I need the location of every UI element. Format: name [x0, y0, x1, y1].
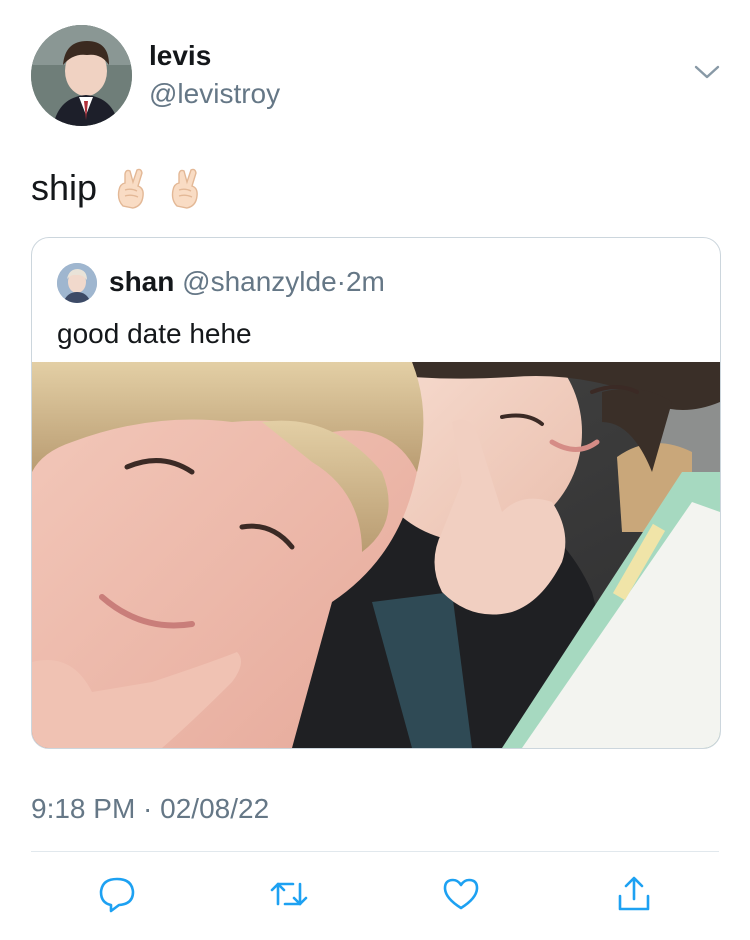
- quoted-tweet-card[interactable]: shan @shanzylde·2m good date hehe: [31, 237, 721, 749]
- quoted-author-avatar[interactable]: [57, 263, 97, 303]
- tweet-text-content: ship: [31, 167, 98, 208]
- author-avatar[interactable]: [31, 25, 132, 126]
- share-button[interactable]: [612, 874, 656, 918]
- chevron-down-icon[interactable]: [692, 62, 722, 82]
- quoted-author-handle[interactable]: @shanzylde: [182, 266, 337, 297]
- quoted-tweet-photo[interactable]: [32, 322, 720, 748]
- retweet-button[interactable]: [267, 874, 311, 918]
- crossed-fingers-emoji-icon: [111, 166, 151, 210]
- tweet-text: ship: [31, 166, 205, 210]
- author-handle[interactable]: @levistroy: [149, 78, 280, 110]
- tweet-timestamp[interactable]: 9:18 PM · 02/08/22: [31, 793, 269, 825]
- quoted-tweet-header: shan @shanzylde·2m: [109, 266, 385, 298]
- separator-dot: ·: [336, 266, 346, 297]
- reply-button[interactable]: [95, 874, 139, 918]
- quoted-tweet-text: good date hehe: [57, 318, 252, 349]
- heart-icon: [441, 874, 481, 919]
- share-icon: [614, 874, 654, 919]
- reply-icon: [97, 874, 137, 919]
- divider: [31, 851, 719, 852]
- retweet-icon: [269, 874, 309, 919]
- quoted-author-name[interactable]: shan: [109, 266, 174, 297]
- crossed-fingers-emoji-icon: [165, 166, 205, 210]
- like-button[interactable]: [439, 874, 483, 918]
- quoted-tweet-time: 2m: [345, 266, 385, 297]
- author-display-name[interactable]: levis: [149, 40, 211, 72]
